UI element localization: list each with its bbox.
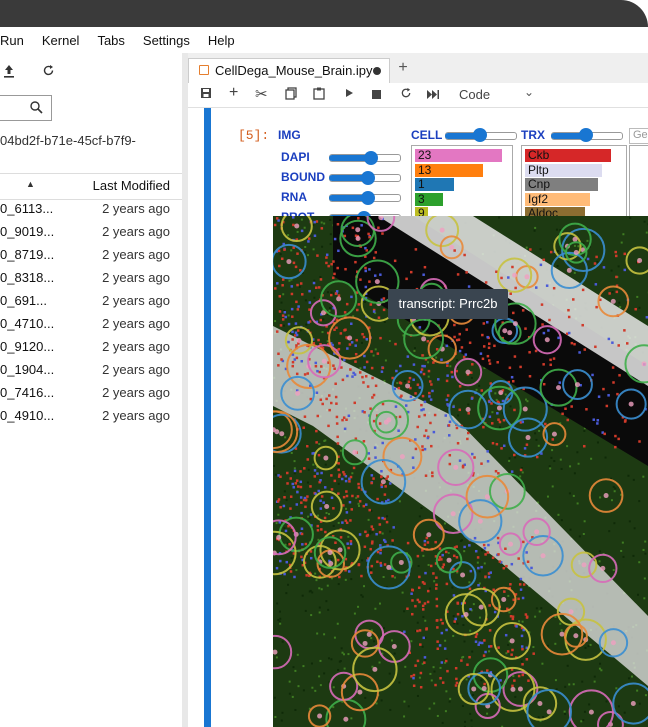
bar-23[interactable]: 23 (415, 149, 502, 162)
bar-igf2[interactable]: Igf2 (525, 192, 590, 206)
file-row[interactable]: 0_7416... 2 years ago (0, 382, 183, 405)
channel-label-rna: RNA (281, 190, 307, 204)
channel-slider-knob[interactable] (360, 191, 375, 205)
file-modified: 2 years ago (102, 339, 170, 354)
file-list: 0_6113... 2 years ago 0_9019... 2 years ago… (0, 198, 183, 428)
notebook-tab[interactable]: CellDega_Mouse_Brain.ipy (188, 58, 390, 83)
file-name: 0_8719... (0, 247, 55, 262)
add-cell-icon[interactable]: + (229, 84, 238, 102)
file-name: 0_9120... (0, 339, 55, 354)
unsaved-dot-icon[interactable] (373, 67, 381, 75)
cell-label: CELL (411, 128, 443, 142)
file-row[interactable]: 0_9019... 2 years ago (0, 221, 183, 244)
file-name: 0_4710... (0, 316, 55, 331)
bar-cnp[interactable]: Cnp (525, 178, 599, 191)
file-modified: 2 years ago (102, 408, 170, 423)
breadcrumb-path[interactable]: 04bd2f-b71e-45cf-b7f9- (0, 133, 136, 148)
notebook-icon (199, 65, 209, 75)
sort-ascending-icon[interactable]: ▲ (26, 179, 35, 189)
execution-prompt: [5]: (238, 128, 270, 143)
upload-icon[interactable] (3, 64, 15, 81)
file-modified: 2 years ago (102, 385, 170, 400)
file-row[interactable]: 0_1904... 2 years ago (0, 359, 183, 382)
file-row[interactable]: 0_6113... 2 years ago (0, 198, 183, 221)
bar-pltp[interactable]: Pltp (525, 163, 603, 177)
file-name: 0_691... (0, 293, 47, 308)
cell-type-select[interactable]: Code (459, 87, 490, 102)
search-icon (29, 100, 43, 114)
file-row[interactable]: 0_4910... 2 years ago (0, 405, 183, 428)
file-row[interactable]: 0_4710... 2 years ago (0, 313, 183, 336)
notebook-toolbar: + ✂ Code ⌄ (188, 83, 648, 108)
file-name: 0_4910... (0, 408, 55, 423)
menubar: Run Kernel Tabs Settings Help (0, 27, 648, 53)
file-row[interactable]: 0_9120... 2 years ago (0, 336, 183, 359)
save-icon[interactable] (200, 87, 212, 102)
menu-run[interactable]: Run (0, 33, 33, 48)
trx-slider-knob[interactable] (579, 128, 593, 142)
file-name: 0_1904... (0, 362, 55, 377)
bar-3[interactable]: 3 (415, 192, 443, 206)
file-modified: 2 years ago (102, 293, 170, 308)
cut-icon[interactable]: ✂ (255, 85, 268, 103)
run-icon[interactable] (345, 86, 354, 101)
file-list-header: ▲ Last Modified (0, 173, 183, 200)
gene-panel (629, 145, 648, 218)
file-modified: 2 years ago (102, 270, 170, 285)
menu-kernel[interactable]: Kernel (33, 33, 89, 48)
file-name: 0_9019... (0, 224, 55, 239)
celldega-widget: IMG DAPIBOUNDRNAPROT CELL TRX Ge 2313139… (273, 125, 648, 225)
file-row[interactable]: 0_691... 2 years ago (0, 290, 183, 313)
file-name: 0_6113... (0, 201, 54, 216)
channel-label-dapi: DAPI (281, 150, 310, 164)
file-modified: 2 years ago (102, 362, 170, 377)
active-cell-indicator[interactable] (204, 108, 211, 727)
file-modified: 2 years ago (102, 247, 170, 262)
bar-13[interactable]: 13 (415, 163, 483, 177)
fast-forward-icon[interactable] (427, 87, 440, 102)
gene-search-input[interactable]: Ge (629, 128, 648, 144)
last-modified-header[interactable]: Last Modified (93, 178, 170, 193)
menu-help[interactable]: Help (199, 33, 244, 48)
menu-tabs[interactable]: Tabs (88, 33, 133, 48)
stop-icon[interactable] (372, 87, 381, 102)
paste-icon[interactable] (313, 87, 325, 103)
file-modified: 2 years ago (102, 316, 170, 331)
new-tab-button[interactable]: + (393, 59, 413, 77)
copy-icon[interactable] (285, 87, 297, 103)
file-name: 0_8318... (0, 270, 55, 285)
file-modified: 2 years ago (102, 224, 170, 239)
channel-slider-knob[interactable] (364, 151, 378, 165)
trx-label: TRX (521, 128, 545, 142)
file-name: 0_7416... (0, 385, 55, 400)
channel-slider-knob[interactable] (360, 171, 375, 185)
window-titlebar (0, 0, 648, 27)
transcript-tooltip: transcript: Prrc2b (388, 289, 508, 319)
file-row[interactable]: 0_8719... 2 years ago (0, 244, 183, 267)
img-label: IMG (278, 128, 301, 142)
chevron-down-icon[interactable]: ⌄ (524, 85, 534, 99)
transcript-bars: Ckb Pltp Cnp Igf2 Aldoc (521, 145, 627, 218)
cell-cluster-bars: 23 13 1 3 9 (411, 145, 513, 218)
file-row[interactable]: 0_8318... 2 years ago (0, 267, 183, 290)
file-browser: 04bd2f-b71e-45cf-b7f9- ▲ Last Modified 0… (0, 53, 183, 727)
restart-icon[interactable] (400, 87, 412, 102)
file-modified: 2 years ago (102, 201, 170, 216)
tab-label: CellDega_Mouse_Brain.ipy (215, 63, 373, 78)
cell-slider-knob[interactable] (473, 128, 487, 142)
channel-label-bound: BOUND (281, 170, 325, 184)
file-search-input[interactable] (0, 95, 52, 121)
bar-1[interactable]: 1 (415, 178, 455, 191)
bar-ckb[interactable]: Ckb (525, 149, 611, 162)
tab-bar: CellDega_Mouse_Brain.ipy + (188, 53, 648, 84)
refresh-icon[interactable] (42, 64, 55, 80)
menu-settings[interactable]: Settings (134, 33, 199, 48)
